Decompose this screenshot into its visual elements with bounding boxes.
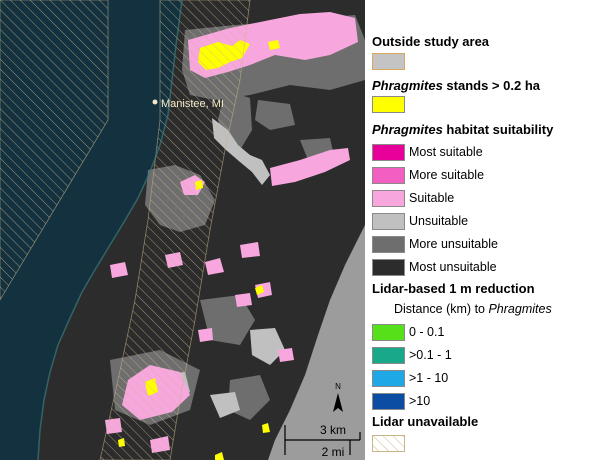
legend-more-suitable-swatch — [372, 167, 405, 184]
legend-most-unsuitable-label: Most unsuitable — [409, 260, 497, 274]
legend-most-suitable-label: Most suitable — [409, 145, 483, 159]
legend-lidar-unavailable-heading: Lidar unavailable — [372, 414, 479, 429]
legend-dist-0-label: 0 - 0.1 — [409, 325, 445, 339]
manistee-label: Manistee, MI — [161, 98, 224, 110]
legend-more-unsuitable-label: More unsuitable — [409, 237, 498, 251]
legend-dist-2-label: >1 - 10 — [409, 371, 449, 385]
scale-km-label: 3 km — [320, 423, 346, 437]
svg-text:N: N — [335, 382, 341, 391]
scale-mi-label: 2 mi — [322, 445, 345, 459]
legend-more-suitable-label: More suitable — [409, 168, 485, 182]
legend-dist-1-swatch — [372, 347, 405, 364]
legend-suitable-swatch — [372, 190, 405, 207]
legend-lidar-reduction-heading: Lidar-based 1 m reduction — [372, 281, 535, 296]
legend-outside-study-area-heading: Outside study area — [372, 34, 490, 49]
legend-dist-0-swatch — [372, 324, 405, 341]
legend-dist-3-swatch — [372, 393, 405, 410]
map-legend: Outside study area Phragmites stands > 0… — [366, 0, 598, 460]
legend-stands-swatch — [372, 96, 405, 113]
manistee-marker — [152, 99, 158, 105]
legend-stands-heading: Phragmites stands > 0.2 ha — [372, 78, 540, 93]
legend-suitability-heading: Phragmites habitat suitability — [372, 122, 554, 137]
legend-unsuitable-swatch — [372, 213, 405, 230]
legend-dist-2-swatch — [372, 370, 405, 387]
legend-dist-1-label: >0.1 - 1 — [409, 348, 452, 362]
legend-most-suitable-swatch — [372, 144, 405, 161]
legend-suitable-label: Suitable — [409, 191, 455, 205]
map-panel[interactable]: Manistee, MI N 3 km 2 mi — [0, 0, 365, 460]
legend-outside-study-area-swatch — [372, 53, 405, 70]
scale-bar: 3 km 2 mi — [284, 423, 361, 459]
legend-lidar-unavailable-swatch — [372, 435, 405, 452]
legend-unsuitable-label: Unsuitable — [409, 214, 469, 228]
legend-dist-3-label: >10 — [409, 394, 431, 408]
map-canvas: Manistee, MI N 3 km 2 mi — [0, 0, 365, 460]
legend-most-unsuitable-swatch — [372, 259, 405, 276]
legend-more-unsuitable-swatch — [372, 236, 405, 253]
legend-distance-subheading: Distance (km) to Phragmites — [394, 302, 552, 316]
